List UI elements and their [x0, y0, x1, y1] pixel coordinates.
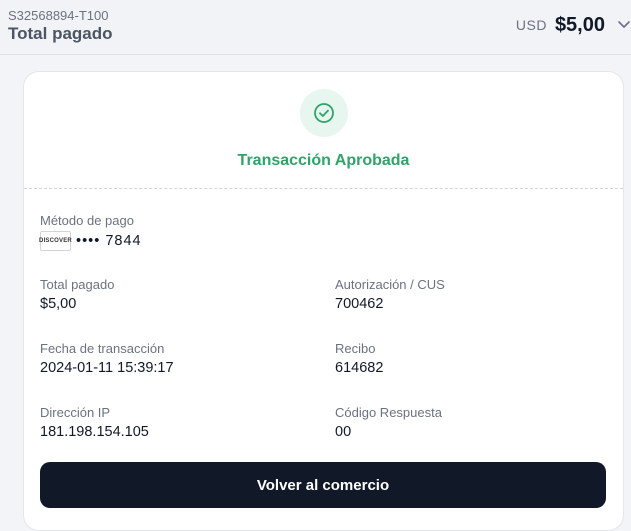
- transaction-reference: S32568894-T100: [8, 8, 109, 23]
- masked-card-number: •••• 7844: [76, 233, 142, 249]
- amount-summary[interactable]: USD $5,00: [516, 14, 631, 36]
- card-brand-text: DISCOVER: [39, 238, 72, 244]
- transaction-date-value: 2024-01-11 15:39:17: [40, 360, 174, 376]
- total-paid-value: $5,00: [40, 296, 77, 312]
- total-paid-heading: Total pagado: [8, 24, 113, 43]
- transaction-date-label: Fecha de transacción: [40, 341, 165, 356]
- discover-card-icon: DISCOVER: [39, 231, 72, 251]
- receipt-label: Recibo: [335, 341, 376, 356]
- payment-method-value: DISCOVER •••• 7844: [39, 230, 142, 252]
- back-to-merchant-button[interactable]: Volver al comercio: [40, 462, 606, 508]
- transaction-card: Transacción Aprobada Método de pago DISC…: [23, 71, 624, 531]
- total-amount: $5,00: [554, 13, 605, 36]
- authorization-value: 700462: [335, 296, 384, 312]
- currency-code: USD: [515, 17, 547, 33]
- response-code-label: Código Respuesta: [335, 405, 442, 420]
- summary-header: S32568894-T100 Total pagado USD $5,00: [0, 0, 631, 55]
- chevron-down-icon[interactable]: [617, 20, 631, 30]
- transaction-status-title: Transacción Aprobada: [237, 152, 410, 169]
- total-paid-label: Total pagado: [40, 277, 115, 292]
- payment-method-label: Método de pago: [40, 213, 134, 228]
- ip-address-value: 181.198.154.105: [40, 424, 149, 440]
- check-circle-icon: [300, 89, 348, 137]
- dashed-divider: [24, 188, 623, 189]
- response-code-value: 00: [335, 424, 352, 440]
- receipt-value: 614682: [335, 360, 384, 376]
- authorization-label: Autorización / CUS: [335, 277, 445, 292]
- ip-address-label: Dirección IP: [40, 405, 111, 420]
